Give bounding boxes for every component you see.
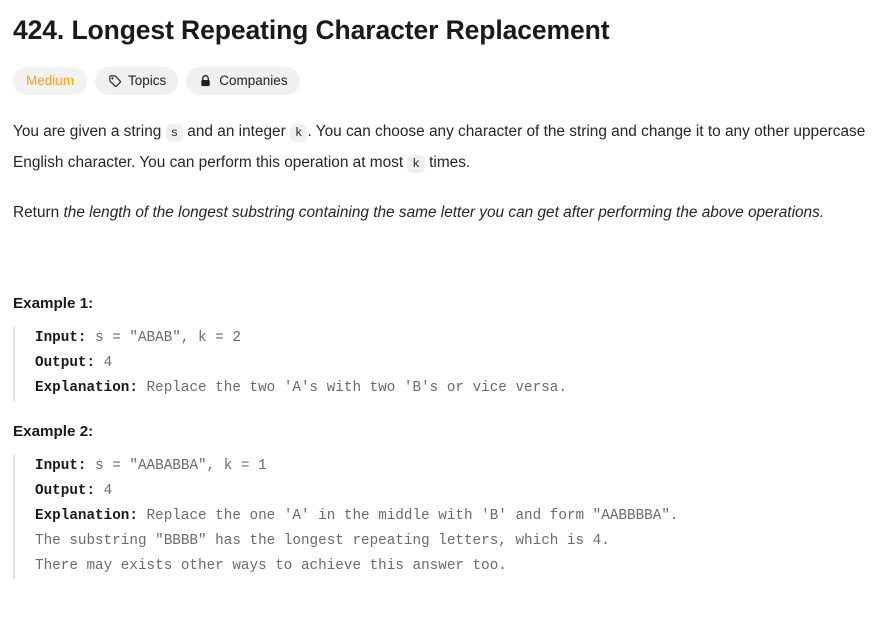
example-2-explanation-label: Explanation: [35,508,138,525]
return-italic-text: the length of the longest substring cont… [63,204,825,222]
problem-description: You are given a string s and an integer … [13,117,880,227]
example-2-code: Input: s = "AABABBA", k = 1 Output: 4 Ex… [13,454,880,580]
difficulty-badge[interactable]: Medium [13,67,88,96]
example-1-heading: Example 1: [13,295,94,313]
example-2-heading: Example 2: [13,423,94,441]
inline-code-k-2: k [407,155,425,174]
description-paragraph-1: You are given a string s and an integer … [13,117,880,179]
desc-text-4: times. [424,154,471,172]
desc-text-2: and an integer [183,123,290,141]
desc-text-1: You are given a string [13,123,166,141]
example-2-output-value: 4 [95,483,113,500]
difficulty-badge-label: Medium [26,73,75,89]
example-1-input-label: Input: [35,330,87,347]
companies-badge[interactable]: Companies [186,67,300,96]
lock-icon [198,74,213,89]
inline-code-k-1: k [290,124,308,143]
topics-badge-label: Topics [128,73,167,89]
example-2-output-label: Output: [35,483,96,500]
example-1-explanation-label: Explanation: [35,380,138,397]
example-2-input-value: s = "AABABBA", k = 1 [86,458,267,475]
inline-code-s: s [165,124,184,143]
example-block-1: Example 1: Input: s = "ABAB", k = 2 Outp… [13,295,880,402]
page-title: 424. Longest Repeating Character Replace… [13,15,610,45]
example-1-code: Input: s = "ABAB", k = 2 Output: 4 Expla… [13,326,880,402]
problem-page: 424. Longest Repeating Character Replace… [0,0,892,580]
tag-icon [107,74,122,89]
topics-badge[interactable]: Topics [95,67,179,96]
example-1-output-value: 4 [95,355,113,372]
companies-badge-label: Companies [219,73,288,89]
example-1-input-value: s = "ABAB", k = 2 [86,330,241,347]
description-paragraph-2: Return the length of the longest substri… [13,198,880,227]
example-block-2: Example 2: Input: s = "AABABBA", k = 1 O… [13,423,880,580]
example-1-output-label: Output: [35,355,96,372]
problem-tag-row: Medium Topics Companies [13,67,880,96]
example-1-explanation-value: Replace the two 'A's with two 'B's or vi… [137,380,567,397]
examples-section: Example 1: Input: s = "ABAB", k = 2 Outp… [13,295,880,580]
example-2-input-label: Input: [35,458,87,475]
return-lead-text: Return [13,204,64,222]
